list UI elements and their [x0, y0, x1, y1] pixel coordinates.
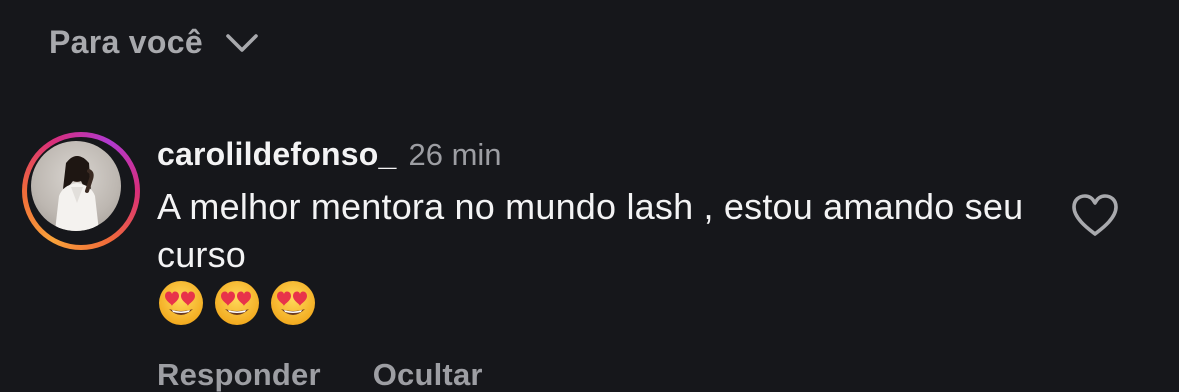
- like-button[interactable]: [1070, 192, 1120, 238]
- comment-header: carolildefonso_ 26 min: [157, 136, 1037, 173]
- reply-button[interactable]: Responder: [157, 357, 321, 392]
- avatar[interactable]: [22, 132, 140, 250]
- comments-panel: Para você carolildefonso_ 26 min A melho…: [0, 0, 1179, 392]
- chevron-down-icon: [225, 33, 259, 53]
- heart-outline-icon: [1070, 194, 1120, 242]
- comment: carolildefonso_ 26 min A melhor mentora …: [157, 136, 1037, 392]
- sort-dropdown[interactable]: Para você: [49, 24, 259, 61]
- hide-button[interactable]: Ocultar: [373, 357, 483, 392]
- avatar-photo: [31, 141, 121, 231]
- comment-actions: Responder Ocultar: [157, 357, 1037, 392]
- heart-eyes-emoji-icon: [269, 279, 317, 339]
- comment-text: A melhor mentora no mundo lash , estou a…: [157, 186, 1024, 275]
- heart-eyes-emoji-icon: [213, 279, 261, 339]
- comment-body: A melhor mentora no mundo lash , estou a…: [157, 183, 1037, 339]
- sort-label: Para você: [49, 24, 203, 60]
- comment-username[interactable]: carolildefonso_: [157, 136, 397, 173]
- heart-eyes-emoji-icon: [157, 279, 205, 339]
- comment-timestamp: 26 min: [408, 137, 502, 172]
